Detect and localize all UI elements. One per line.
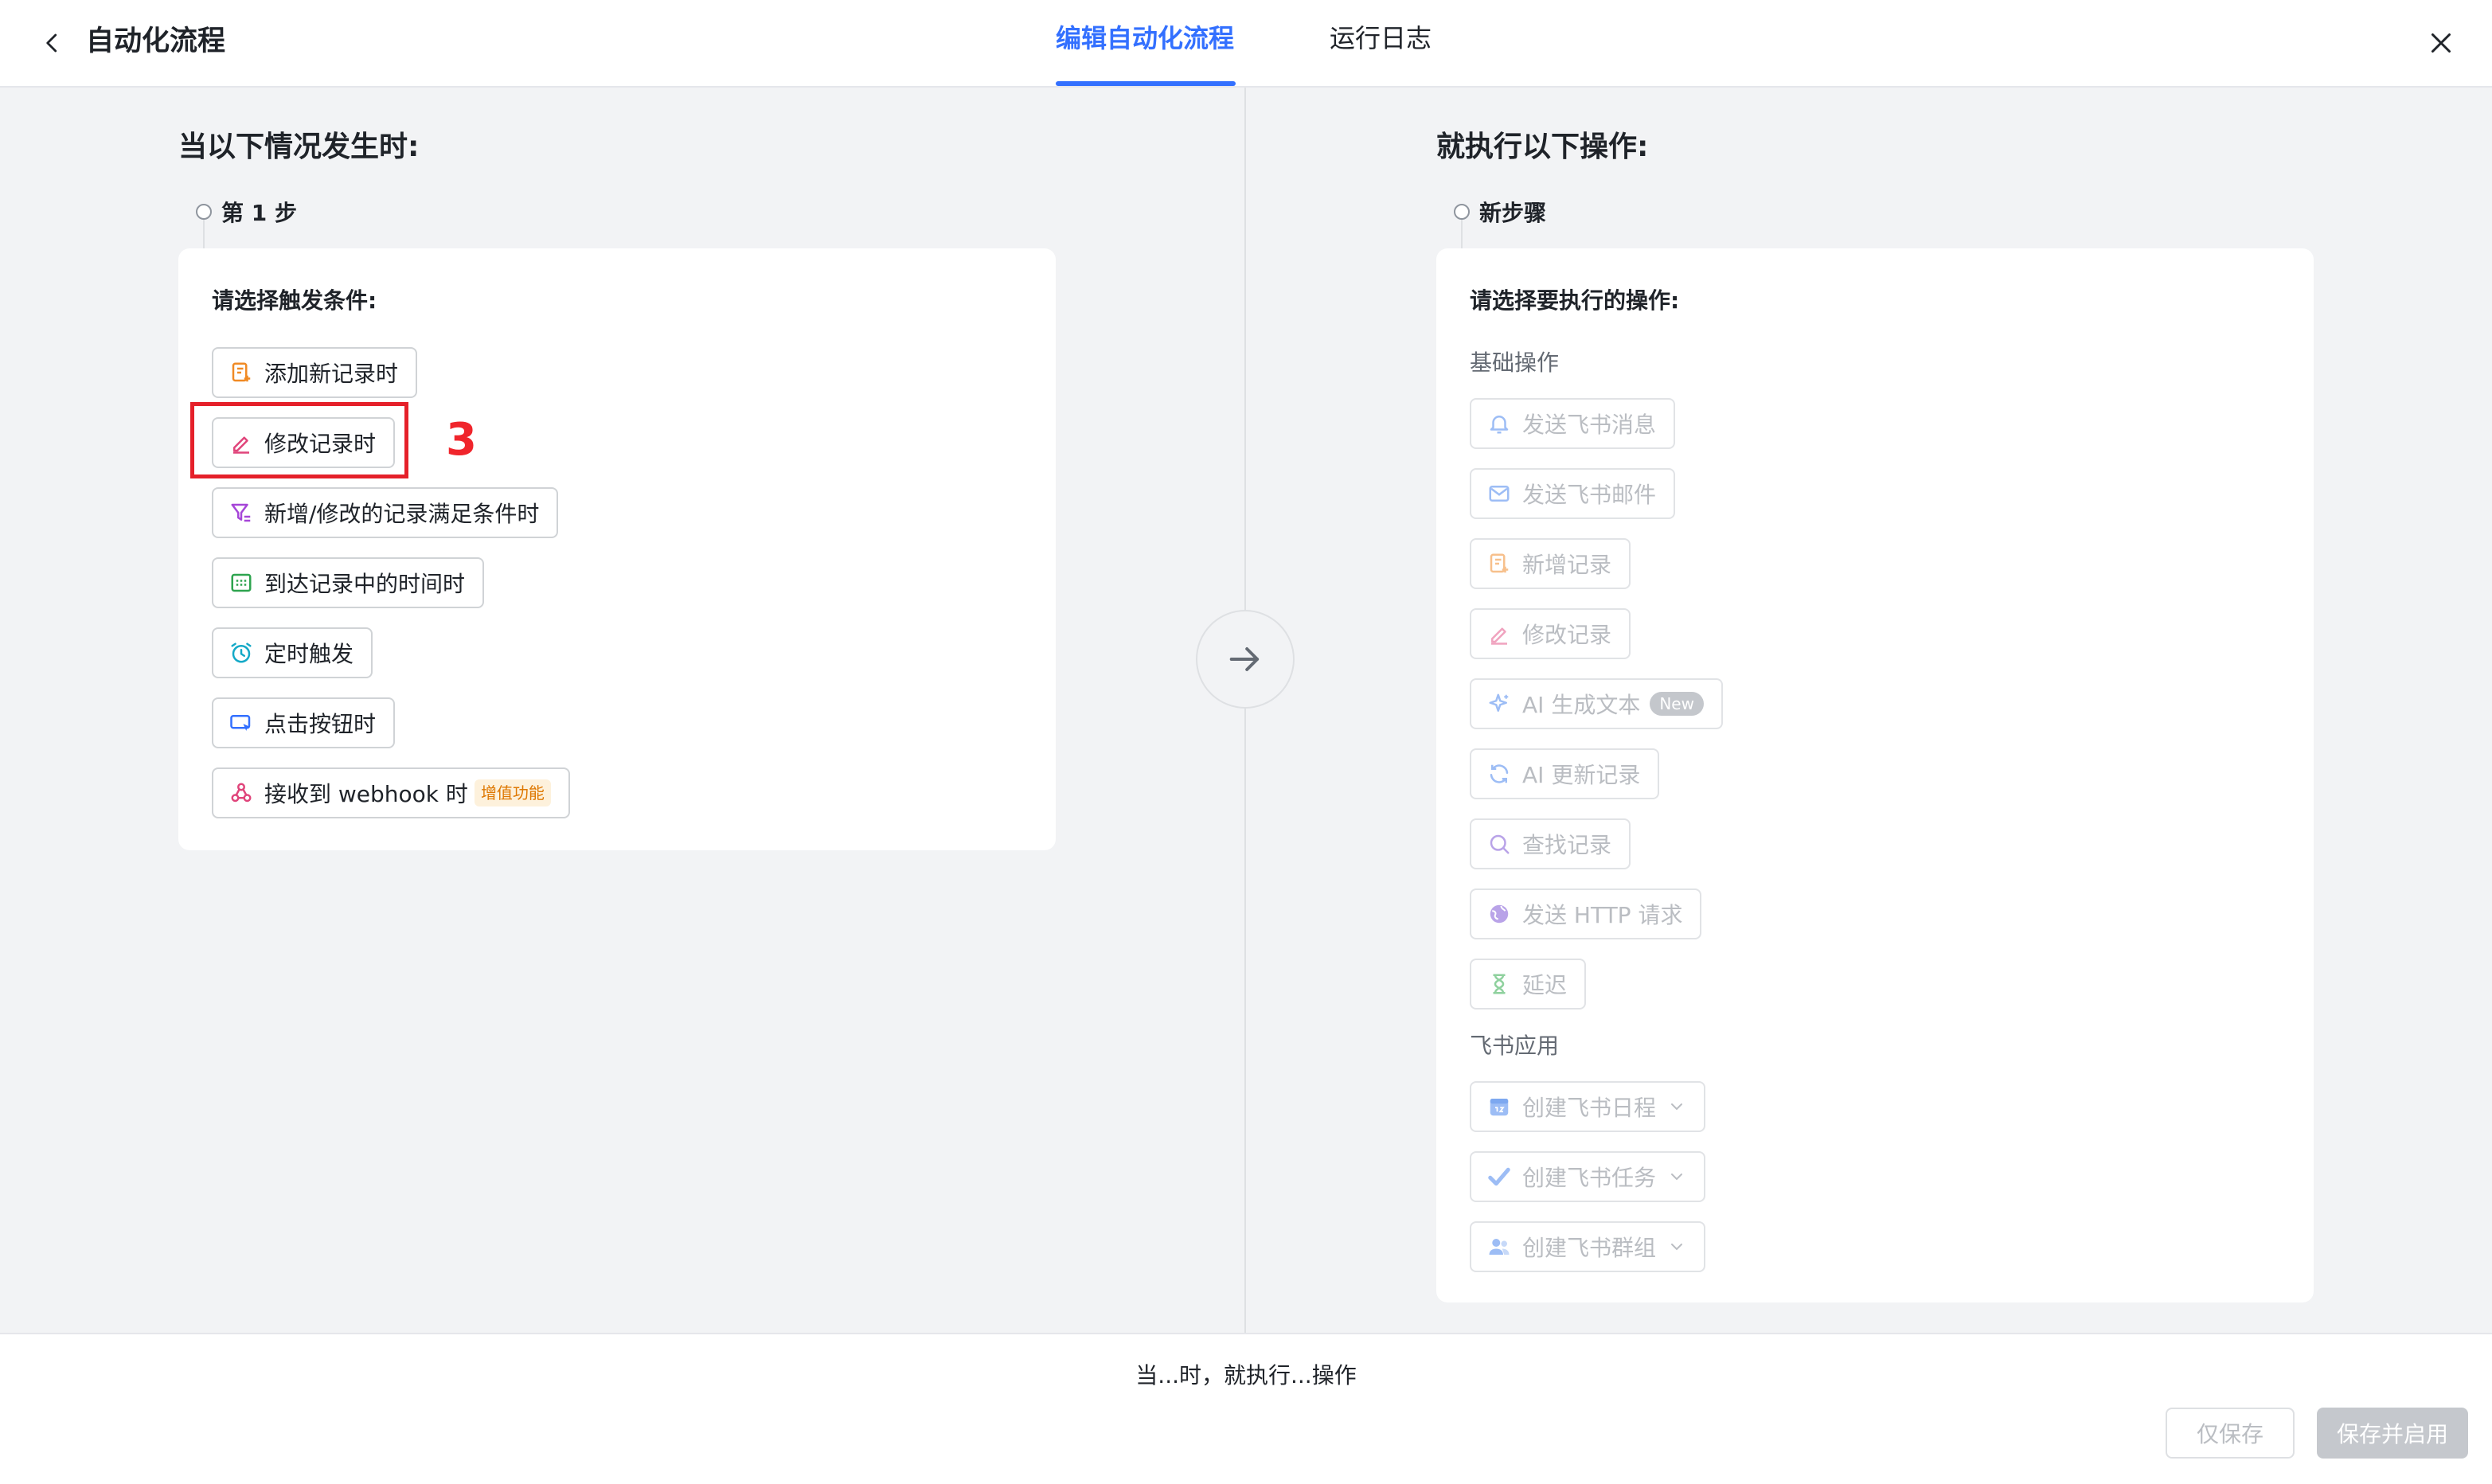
calendar-icon — [1490, 1099, 1509, 1116]
action-option-modify-record[interactable]: 修改记录 — [1470, 608, 1631, 659]
step-dot — [1454, 204, 1470, 220]
action-card: 请选择要执行的操作: 基础操作 发送飞书消息 发送飞书邮件 新增记录 修改记录 … — [1436, 248, 2314, 1302]
action-group-feishu-apps: 飞书应用 — [1470, 1033, 1560, 1059]
action-step-label: 新步骤 — [1479, 200, 1547, 226]
filter-icon — [231, 503, 251, 522]
page-title: 自动化流程 — [86, 25, 226, 57]
trigger-option-record-meets-condition[interactable]: 新增/修改的记录满足条件时 — [212, 487, 559, 538]
action-option-add-record[interactable]: 新增记录 — [1470, 538, 1631, 589]
ai-sparkle-icon — [1489, 693, 1509, 712]
close-icon[interactable] — [2419, 21, 2463, 65]
chevron-down-icon — [1671, 1103, 1683, 1111]
main-area: 当以下情况发生时: 第 1 步 请选择触发条件: 添加新记录时 修改记录时 新增… — [0, 88, 2492, 1333]
trigger-option-webhook[interactable]: 接收到 webhook 时 增值功能 — [212, 767, 570, 818]
trigger-option-add-record[interactable]: 添加新记录时 — [212, 347, 418, 398]
step-dot — [196, 204, 212, 220]
search-icon — [1490, 834, 1510, 854]
action-section-title: 就执行以下操作: — [1436, 131, 1649, 163]
tab-edit-automation[interactable]: 编辑自动化流程 — [1056, 18, 1234, 59]
action-step: 新步骤 — [1454, 196, 1546, 228]
chevron-down-icon — [1671, 1174, 1683, 1181]
globe-icon — [1490, 904, 1509, 924]
action-option-find-record[interactable]: 查找记录 — [1470, 818, 1631, 869]
bell-icon — [1490, 416, 1509, 434]
trigger-card: 请选择触发条件: 添加新记录时 修改记录时 新增/修改的记录满足条件时 到达记录… — [178, 248, 1056, 850]
click-button-icon — [230, 715, 251, 731]
active-tab-indicator — [1056, 81, 1236, 86]
refresh-icon — [1490, 764, 1509, 783]
annotation-highlight-box — [190, 402, 408, 478]
trigger-option-reach-time[interactable]: 到达记录中的时间时 — [212, 557, 485, 608]
flow-summary: 当...时，就执行...操作 — [1135, 1362, 1357, 1388]
save-only-button[interactable]: 仅保存 — [2166, 1408, 2295, 1459]
action-option-send-message[interactable]: 发送飞书消息 — [1470, 398, 1676, 449]
action-prompt: 请选择要执行的操作: — [1470, 287, 1680, 314]
action-option-delay[interactable]: 延迟 — [1470, 959, 1587, 1010]
action-option-send-mail[interactable]: 发送飞书邮件 — [1470, 468, 1676, 519]
action-option-create-group[interactable]: 创建飞书群组 — [1470, 1221, 1706, 1272]
trigger-step-label: 第 1 步 — [221, 200, 297, 226]
hourglass-icon — [1493, 974, 1506, 994]
task-check-icon — [1488, 1167, 1510, 1186]
trigger-prompt: 请选择触发条件: — [212, 287, 377, 314]
save-and-enable-button[interactable]: 保存并启用 — [2317, 1408, 2468, 1459]
footer: 当...时，就执行...操作 仅保存 保存并启用 — [0, 1333, 2492, 1484]
arrow-right-icon — [1229, 647, 1260, 671]
tab-run-log[interactable]: 运行日志 — [1330, 18, 1432, 59]
mail-icon — [1489, 486, 1510, 502]
alarm-clock-icon — [231, 642, 252, 663]
action-option-ai-generate-text[interactable]: AI 生成文本 New — [1470, 678, 1723, 729]
back-arrow-icon[interactable] — [32, 22, 73, 64]
webhook-icon — [231, 783, 252, 803]
new-badge: New — [1650, 692, 1704, 716]
group-icon — [1489, 1239, 1510, 1255]
action-option-create-task[interactable]: 创建飞书任务 — [1470, 1151, 1706, 1202]
premium-badge: 增值功能 — [474, 779, 551, 806]
trigger-option-scheduled[interactable]: 定时触发 — [212, 627, 373, 678]
record-add-icon — [232, 362, 251, 382]
action-option-http-request[interactable]: 发送 HTTP 请求 — [1470, 888, 1702, 939]
action-group-basic: 基础操作 — [1470, 350, 1560, 376]
calendar-grid-icon — [231, 573, 252, 592]
panel-divider — [1244, 88, 1246, 1333]
header: 自动化流程 编辑自动化流程 运行日志 — [0, 0, 2492, 88]
trigger-option-button-click[interactable]: 点击按钮时 — [212, 697, 396, 748]
record-add-icon — [1490, 553, 1509, 573]
chevron-down-icon — [1671, 1244, 1683, 1251]
trigger-step: 第 1 步 — [196, 196, 297, 228]
action-option-create-calendar-event[interactable]: 创建飞书日程 — [1470, 1081, 1706, 1132]
edit-pen-icon — [1491, 627, 1507, 645]
trigger-section-title: 当以下情况发生时: — [178, 131, 420, 163]
flow-arrow-circle — [1196, 610, 1295, 709]
annotation-step-number: 3 — [446, 414, 477, 466]
action-option-ai-update-record[interactable]: AI 更新记录 — [1470, 748, 1660, 799]
